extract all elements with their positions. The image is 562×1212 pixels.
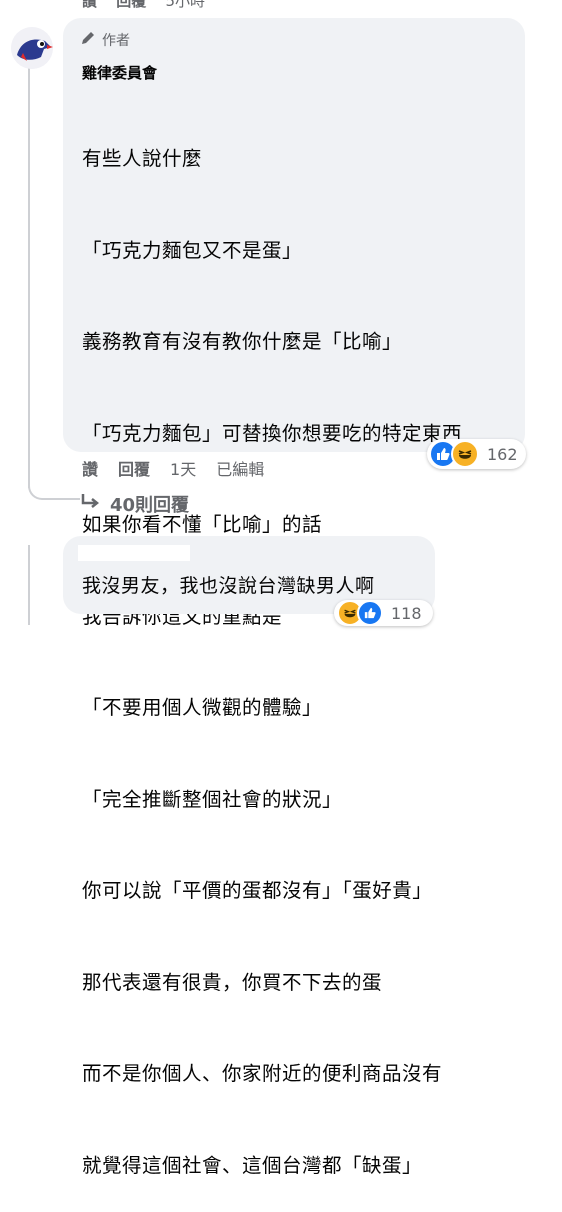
reaction-summary[interactable]: 118 bbox=[334, 600, 433, 626]
like-action[interactable]: 讚 bbox=[82, 456, 98, 480]
reaction-summary[interactable]: 162 bbox=[427, 439, 526, 469]
comment-actions: 讚 回覆 1天 已編輯 bbox=[82, 456, 284, 480]
thread-line bbox=[28, 68, 30, 488]
comment-line: 那代表還有很貴，你買不下去的蛋 bbox=[82, 970, 383, 994]
timestamp[interactable]: 1天 bbox=[170, 456, 196, 480]
redacted-author bbox=[78, 545, 190, 561]
reply-action[interactable]: 回覆 bbox=[118, 456, 150, 480]
author-badge: 作者 bbox=[80, 30, 130, 50]
timestamp[interactable]: 5小時 bbox=[166, 0, 206, 10]
reaction-count: 162 bbox=[487, 444, 518, 464]
comment-line: 而不是你個人、你家附近的便利商品沒有 bbox=[82, 1062, 443, 1085]
pencil-icon bbox=[80, 30, 96, 50]
comment-text: 我沒男友，我也沒說台灣缺男人啊 bbox=[82, 575, 375, 597]
like-reaction-icon bbox=[357, 600, 383, 626]
reply-arrow-icon bbox=[80, 493, 100, 516]
comment-line: 「不要用個人微觀的體驗」 bbox=[82, 696, 323, 719]
reaction-count: 118 bbox=[391, 603, 422, 623]
thread-line bbox=[28, 545, 30, 625]
comment-text: 有些人說什麼 「巧克力麵包又不是蛋」 義務教育有沒有教你什麼是「比喻」 「巧克力… bbox=[82, 83, 462, 1212]
comment-line: 「巧克力麵包又不是蛋」 bbox=[82, 238, 303, 262]
avatar[interactable] bbox=[11, 27, 53, 69]
view-replies-link[interactable]: 40則回覆 bbox=[80, 491, 189, 517]
haha-reaction-icon bbox=[451, 440, 479, 468]
comment-line: 有些人說什麼 bbox=[82, 147, 203, 170]
reply-action[interactable]: 回覆 bbox=[116, 0, 146, 10]
author-badge-label: 作者 bbox=[102, 33, 130, 49]
thread-connector bbox=[28, 470, 80, 500]
comment-line: 「巧克力麵包」可替換你想要吃的特定東西 bbox=[82, 421, 463, 445]
replies-label: 40則回覆 bbox=[110, 495, 190, 516]
edited-label[interactable]: 已編輯 bbox=[216, 456, 264, 480]
comment-line: 你可以說「平價的蛋都沒有」「蛋好貴」 bbox=[82, 879, 433, 902]
comment-line: 「完全推斷整個社會的狀況」 bbox=[82, 787, 343, 811]
previous-comment-actions: 讚 回覆 5小時 bbox=[82, 0, 219, 11]
like-action[interactable]: 讚 bbox=[82, 0, 97, 10]
comment-line: 義務教育有沒有教你什麼是「比喻」 bbox=[82, 330, 403, 353]
comment-author[interactable]: 雞律委員會 bbox=[82, 62, 157, 83]
comment-line: 就覺得這個社會、這個台灣都「缺蛋」 bbox=[82, 1153, 423, 1177]
